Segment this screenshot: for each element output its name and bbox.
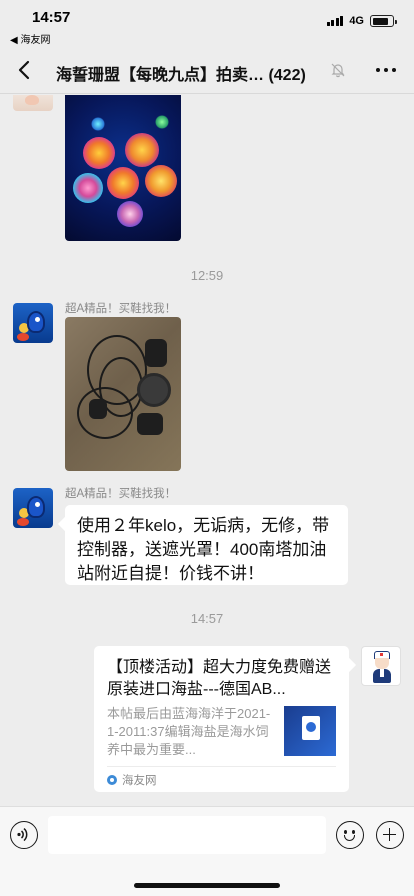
avatar[interactable] (13, 95, 53, 111)
chat-message-list[interactable]: 12:59 超A精品！买鞋找我！ 超A精品！买鞋找我！ 使用２年kelo，无诟病… (0, 95, 414, 806)
signal-icon (326, 16, 344, 26)
status-indicators: 4G (326, 15, 397, 27)
more-icon[interactable] (376, 68, 396, 72)
sender-name: 超A精品！买鞋找我！ (65, 303, 177, 315)
sender-name: 超A精品！买鞋找我！ (65, 488, 177, 500)
back-to-app-link[interactable]: ◀ 海友网 (10, 31, 50, 46)
divider (107, 766, 336, 767)
battery-icon (370, 15, 397, 27)
chat-header: 海誓珊盟【每晚九点】拍卖… (422) (0, 48, 414, 94)
status-time: 14:57 (32, 9, 71, 26)
link-card[interactable]: 【顶楼活动】超大力度免费赠送原装进口海盐---德国AB... 本帖最后由蓝海海洋… (94, 646, 349, 792)
message-input[interactable] (48, 816, 326, 854)
timestamp: 12:59 (190, 268, 224, 283)
chevron-left-icon[interactable] (14, 59, 36, 81)
voice-icon[interactable] (10, 821, 38, 849)
network-type: 4G (349, 15, 364, 27)
coral-photo[interactable] (65, 95, 181, 241)
chat-input-bar (0, 806, 414, 896)
link-card-thumbnail (284, 706, 336, 756)
plus-icon[interactable] (376, 821, 404, 849)
avatar[interactable] (13, 488, 53, 528)
message-bubble[interactable]: 使用２年kelo，无诟病，无修，带控制器，送遮光罩！400南塔加油站附近自提！价… (65, 505, 348, 585)
product-photo[interactable] (65, 317, 181, 471)
chat-title[interactable]: 海誓珊盟【每晚九点】拍卖… (422) (56, 61, 306, 85)
source-icon (107, 775, 117, 785)
avatar[interactable] (361, 646, 401, 686)
link-card-title: 【顶楼活动】超大力度免费赠送原装进口海盐---德国AB... (107, 659, 332, 698)
source-name: 海友网 (122, 775, 157, 787)
avatar[interactable] (13, 303, 53, 343)
timestamp: 14:57 (190, 611, 224, 626)
emoji-icon[interactable] (336, 821, 364, 849)
status-bar: 14:57 ◀ 海友网 4G (0, 0, 414, 48)
link-card-description: 本帖最后由蓝海海洋于2021-1-2011:37编辑海盐是海水饲养中最为重要..… (107, 706, 271, 757)
home-indicator (134, 883, 280, 888)
link-card-source: 海友网 (107, 772, 157, 788)
bell-off-icon (331, 63, 345, 78)
